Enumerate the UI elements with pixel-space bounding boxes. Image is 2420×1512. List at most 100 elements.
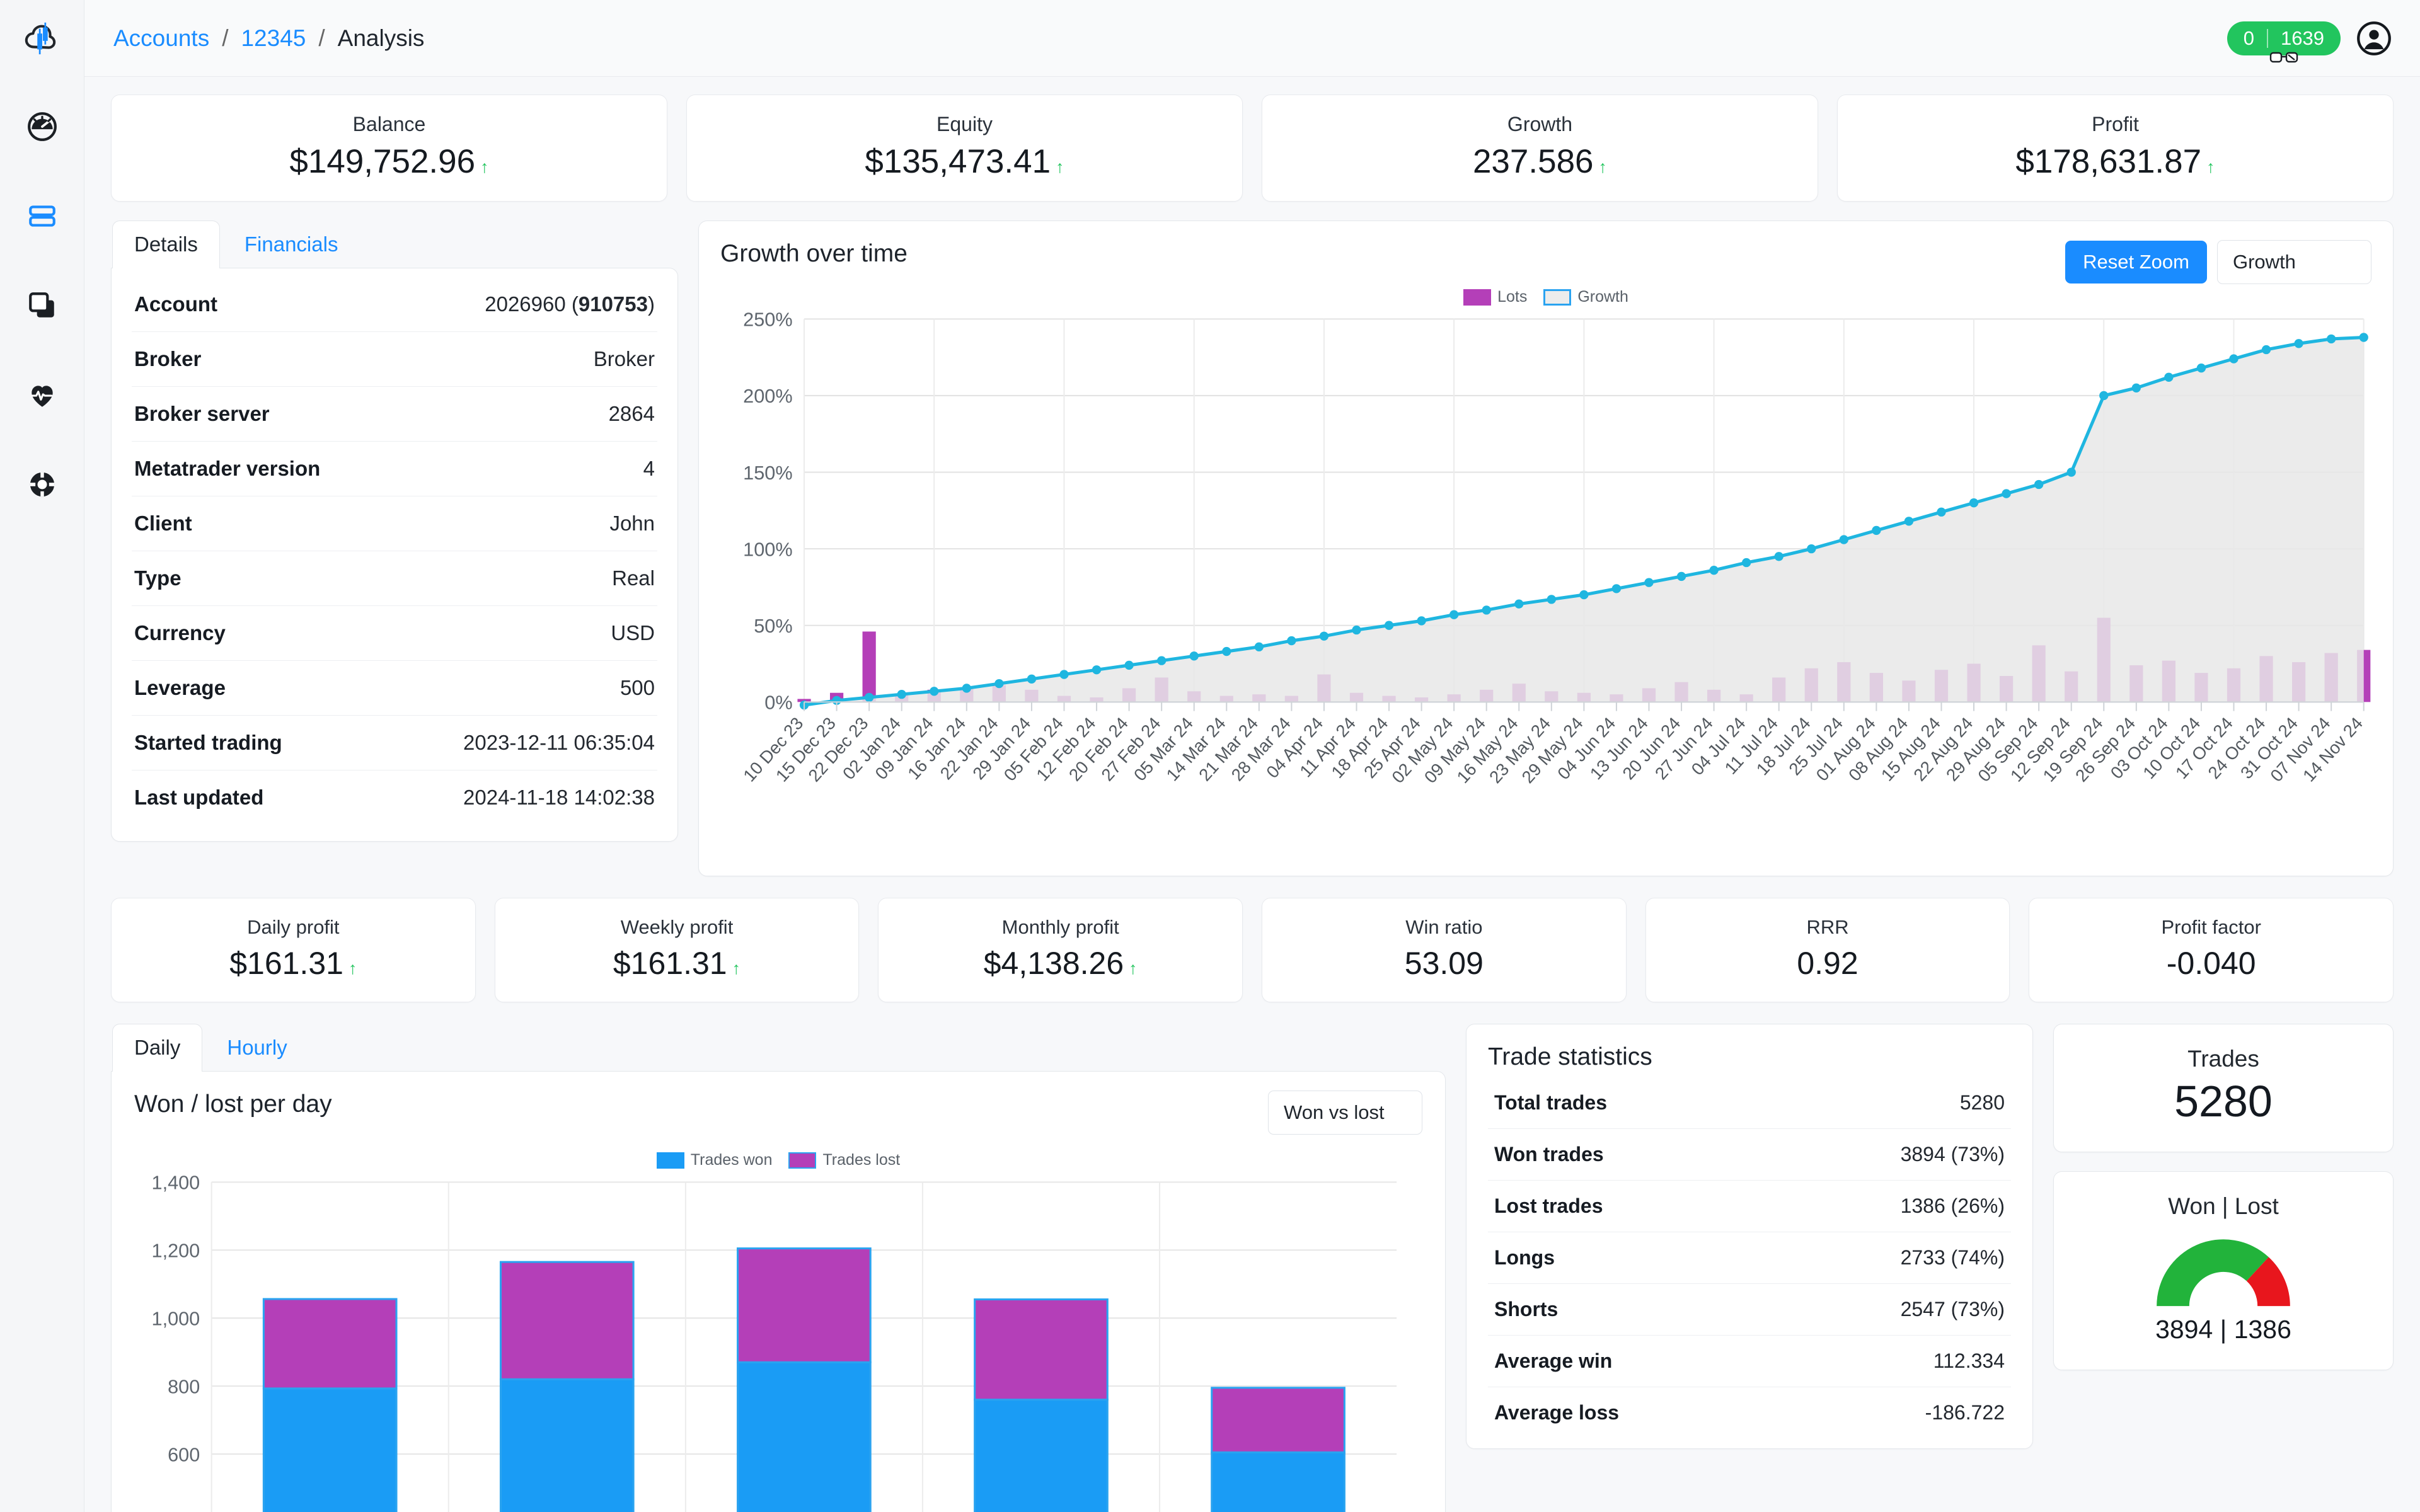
details-table: Account 2026960 (910753) Broker Broker B… <box>112 268 677 841</box>
won-lost-header: Won / lost per day Won vs lost <box>134 1091 1422 1135</box>
detail-key: Broker server <box>134 402 270 425</box>
app-logo[interactable] <box>0 0 84 77</box>
kpi-card-rrr: RRR 0.92 <box>1645 898 2010 1003</box>
stat-row-shorts: Shorts 2547 (73%) <box>1488 1284 2011 1336</box>
topbar-actions: 0 1639 <box>2227 21 2391 62</box>
kpi-card-profit-factor: Profit factor -0.040 <box>2029 898 2394 1003</box>
legend-label-growth: Growth <box>1577 288 1628 306</box>
detail-key: Last updated <box>134 786 264 809</box>
growth-chart-panel: Growth over time Reset Zoom Growth Lots <box>698 220 2394 877</box>
won-lost-title: Won / lost per day <box>134 1091 332 1118</box>
detail-row-broker: Broker Broker <box>132 332 657 387</box>
legend-item-trades-lost[interactable]: Trades lost <box>788 1151 900 1169</box>
kpi-value-wrap: $135,473.41 ↑ <box>693 142 1236 181</box>
copy-icon <box>28 292 54 318</box>
page-scroll-area: Balance $149,752.96 ↑ Equity $135,473.41… <box>84 77 2420 1512</box>
detail-key: Broker <box>134 347 202 370</box>
won-lost-column: Daily Hourly Won / lost per day Won vs l… <box>111 1024 1446 1512</box>
user-avatar[interactable] <box>2357 21 2391 55</box>
detail-row-account: Account 2026960 (910753) <box>132 277 657 332</box>
legend-item-lots[interactable]: Lots <box>1463 288 1527 306</box>
detail-row-started-trading: Started trading 2023-12-11 06:35:04 <box>132 716 657 770</box>
legend-label-lots: Lots <box>1497 288 1528 306</box>
tab-hourly[interactable]: Hourly <box>205 1024 309 1071</box>
won-lost-metric-select[interactable]: Won vs lost <box>1268 1091 1422 1135</box>
breadcrumb-account-id[interactable]: 12345 <box>241 25 306 52</box>
sidebar-item-support[interactable] <box>19 461 66 508</box>
kpi-label: Weekly profit <box>620 916 734 939</box>
detail-key: Metatrader version <box>134 457 321 480</box>
stat-key: Average win <box>1494 1349 1613 1373</box>
won-lost-tabs: Daily Hourly <box>111 1024 1446 1072</box>
sidebar <box>0 0 84 1512</box>
trend-up-icon: ↑ <box>2206 158 2215 176</box>
growth-chart-column: Growth over time Reset Zoom Growth Lots <box>698 220 2394 877</box>
cloud-candlestick-logo-icon <box>25 22 55 55</box>
kpi-label: Profit <box>2092 113 2139 135</box>
gauge-icon <box>27 112 57 141</box>
kpi-card-weekly-profit: Weekly profit $161.31 ↑ <box>494 898 860 1003</box>
growth-chart-plot[interactable]: 0% 50% 100% 150% 200% 250% 10 Dec 23 15 Dec 23 2… <box>720 309 2371 863</box>
breadcrumb-separator-1: / <box>222 25 229 51</box>
status-badge-left: 0 <box>2243 26 2255 49</box>
kpi-value-wrap: 53.09 <box>1269 945 1620 982</box>
glasses-icon <box>2269 48 2298 71</box>
detail-key: Type <box>134 566 182 590</box>
tab-details[interactable]: Details <box>112 220 220 268</box>
status-badge[interactable]: 0 1639 <box>2227 21 2341 62</box>
tab-daily[interactable]: Daily <box>112 1024 203 1072</box>
kpi-value-wrap: $178,631.87 ↑ <box>1844 142 2387 181</box>
trades-count-label: Trades <box>2187 1046 2259 1072</box>
detail-key: Client <box>134 512 192 535</box>
trade-statistics-column: Trade statistics Total trades 5280 Won t… <box>1466 1024 2033 1450</box>
trade-statistics-title: Trade statistics <box>1488 1043 1652 1071</box>
mid-section: Details Financials Account 2026960 (9107… <box>111 220 2394 877</box>
breadcrumb-separator-2: / <box>318 25 325 51</box>
summary-cards-column: Trades 5280 Won | Lost 3894 | 1386 <box>2053 1024 2394 1371</box>
breadcrumb-accounts[interactable]: Accounts <box>113 25 209 52</box>
breadcrumb-current: Analysis <box>337 25 425 51</box>
tab-financials[interactable]: Financials <box>222 220 360 268</box>
won-lost-chart-svg: 4006008001,0001,2001,400 <box>152 1172 1397 1512</box>
kpi-label: Win ratio <box>1405 916 1483 939</box>
detail-row-client: Client John <box>132 496 657 551</box>
growth-chart-svg: 0%50%100%150%200%250%10 Dec 2315 Dec 232… <box>739 309 2371 787</box>
sidebar-item-health[interactable] <box>19 372 66 418</box>
sidebar-item-accounts[interactable] <box>19 193 66 239</box>
sidebar-nav <box>19 103 66 508</box>
detail-row-broker-server: Broker server 2864 <box>132 387 657 442</box>
trade-statistics-panel: Trade statistics Total trades 5280 Won t… <box>1466 1024 2033 1450</box>
growth-metric-select[interactable]: Growth <box>2217 240 2371 284</box>
kpi-value-wrap: $161.31 ↑ <box>502 945 853 982</box>
growth-chart-controls: Reset Zoom Growth <box>2065 240 2371 284</box>
won-lost-plot[interactable]: 4006008001,0001,2001,400 <box>134 1172 1422 1512</box>
details-panel: Account 2026960 (910753) Broker Broker B… <box>111 268 678 842</box>
legend-item-growth[interactable]: Growth <box>1543 288 1628 306</box>
kpi-value: 0.92 <box>1797 946 1858 982</box>
reset-zoom-button[interactable]: Reset Zoom <box>2065 241 2207 284</box>
trend-up-icon: ↑ <box>732 959 741 978</box>
trades-count-card: Trades 5280 <box>2053 1024 2394 1153</box>
status-badge-divider <box>2267 28 2269 48</box>
sidebar-item-copy-trading[interactable] <box>19 282 66 329</box>
trend-up-icon: ↑ <box>480 158 489 176</box>
bottom-section: Daily Hourly Won / lost per day Won vs l… <box>111 1024 2394 1512</box>
detail-row-metatrader-version: Metatrader version 4 <box>132 442 657 496</box>
detail-value: Real <box>612 566 655 590</box>
main-content: Accounts / 12345 / Analysis 0 1639 Balan… <box>84 0 2420 1512</box>
kpi-card-profit: Profit $178,631.87 ↑ <box>1837 94 2394 202</box>
sidebar-item-dashboard[interactable] <box>19 103 66 150</box>
kpi-value-wrap: -0.040 <box>2036 945 2387 982</box>
won-lost-legend: Trades won Trades lost <box>134 1151 1422 1169</box>
details-column: Details Financials Account 2026960 (9107… <box>111 220 678 842</box>
won-lost-panel: Won / lost per day Won vs lost Trades wo… <box>111 1071 1446 1512</box>
legend-item-trades-won[interactable]: Trades won <box>656 1151 772 1169</box>
kpi-value-wrap: 0.92 <box>1652 945 2003 982</box>
detail-value: Broker <box>593 347 655 370</box>
won-lost-gauge-label: Won | Lost <box>2168 1193 2279 1220</box>
kpi-value-wrap: $161.31 ↑ <box>118 945 469 982</box>
status-badge-right: 1639 <box>2281 26 2324 49</box>
svg-text:200%: 200% <box>743 385 793 407</box>
growth-chart-header: Growth over time Reset Zoom Growth <box>720 240 2371 284</box>
legend-swatch-lots <box>1463 289 1492 306</box>
